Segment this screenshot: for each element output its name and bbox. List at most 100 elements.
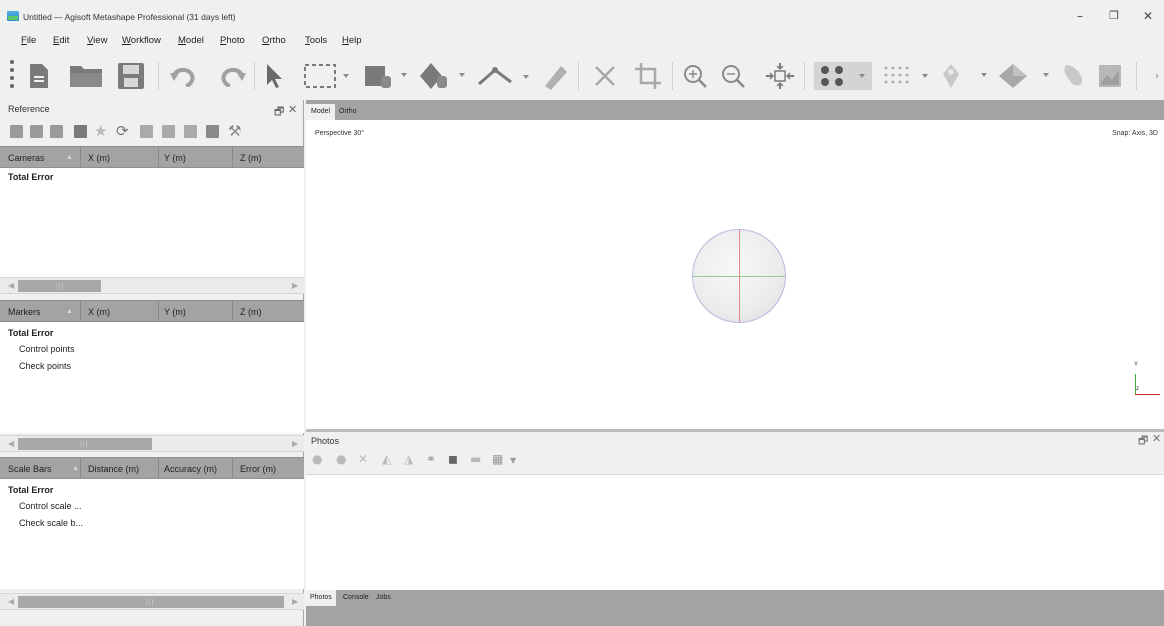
navigation-arrow-icon[interactable] [260, 62, 288, 90]
disable-camera-icon[interactable]: ● [336, 452, 346, 466]
scroll-thumb[interactable]: ||| [18, 596, 284, 608]
list-item[interactable]: Check scale b... [19, 518, 83, 528]
point-cloud-icon[interactable] [882, 62, 934, 90]
scroll-left-icon[interactable]: ◀ [8, 281, 14, 290]
list-item[interactable]: Total Error [8, 328, 53, 338]
remove-camera-icon[interactable]: ✕ [358, 452, 368, 466]
tab-model[interactable]: Model [306, 104, 336, 120]
tie-points-icon[interactable] [936, 62, 992, 90]
scalebars-scrollbar[interactable]: ◀ ||| ▶ [0, 593, 304, 610]
minimize-button[interactable]: – [1068, 7, 1092, 25]
binoculars-icon[interactable]: ⚭ [426, 452, 436, 466]
redo-icon[interactable] [216, 62, 248, 90]
y-column[interactable]: Y (m) [164, 307, 186, 317]
menu-file[interactable]: File [21, 35, 36, 46]
distance-column[interactable]: Distance (m) [88, 464, 139, 474]
markers-column[interactable]: Markers [8, 307, 41, 317]
trackball-sphere[interactable] [692, 229, 786, 323]
cameras-scrollbar[interactable]: ◀ ||| ▶ [0, 277, 304, 294]
model-viewport[interactable]: Perspective 30° Snap: Axis, 3D Y z [306, 120, 1164, 429]
update-icon[interactable]: ⟳ [116, 122, 129, 140]
close-panel-icon[interactable]: ✕ [288, 103, 297, 116]
undo-icon[interactable] [168, 62, 200, 90]
scroll-right-icon[interactable]: ▶ [292, 281, 298, 290]
mask-icon[interactable]: ◼ [448, 452, 458, 466]
calculator-icon[interactable] [74, 125, 87, 138]
menu-view[interactable]: View [87, 35, 107, 46]
zoom-out-icon[interactable] [718, 62, 748, 90]
enable-camera-icon[interactable]: ● [312, 452, 322, 466]
menu-edit[interactable]: Edit [53, 35, 69, 46]
float-panel-icon[interactable]: 🗗 [1138, 432, 1148, 451]
scroll-thumb[interactable]: ||| [18, 438, 152, 450]
photos-list[interactable] [306, 474, 1164, 590]
save-icon[interactable] [116, 62, 146, 90]
export-reference-icon[interactable] [30, 125, 43, 138]
rotate-right-icon[interactable]: ◮ [404, 452, 413, 466]
close-panel-icon[interactable]: ✕ [1152, 432, 1161, 445]
tiled-model-icon[interactable] [1058, 62, 1088, 90]
z-column[interactable]: Z (m) [240, 153, 262, 163]
menu-workflow[interactable]: Workflow [122, 35, 161, 46]
list-item[interactable]: Check points [19, 361, 71, 371]
model-shaded-icon[interactable] [996, 62, 1054, 90]
new-document-icon[interactable] [26, 62, 52, 90]
reset-view-icon[interactable] [764, 62, 796, 90]
markers-list[interactable]: Total Error Control points Check points [0, 322, 304, 433]
view-estimated-icon[interactable] [162, 125, 175, 138]
scroll-right-icon[interactable]: ▶ [292, 439, 298, 448]
maximize-button[interactable]: ❐ [1102, 7, 1126, 25]
toolbar-grip[interactable] [10, 60, 14, 92]
scroll-thumb[interactable]: ||| [18, 280, 101, 292]
y-column[interactable]: Y (m) [164, 153, 186, 163]
list-item[interactable]: Total Error [8, 172, 53, 182]
markers-scrollbar[interactable]: ◀ ||| ▶ [0, 435, 304, 452]
measure-icon[interactable] [540, 62, 570, 90]
menu-model[interactable]: Model [178, 35, 204, 46]
chevron-down-icon[interactable]: ▼ [510, 456, 516, 465]
scalebars-list[interactable]: Total Error Control scale ... Check scal… [0, 479, 304, 589]
view-source-icon[interactable] [140, 125, 153, 138]
menu-tools[interactable]: Tools [305, 35, 327, 46]
ruler-icon[interactable] [476, 62, 534, 90]
tab-jobs[interactable]: Jobs [372, 590, 395, 606]
tab-ortho[interactable]: Ortho [334, 104, 362, 120]
open-folder-icon[interactable] [68, 62, 104, 90]
toolbar-overflow-icon[interactable]: › [1150, 62, 1164, 90]
star-icon[interactable]: ★ [94, 122, 107, 140]
resize-grip-icon[interactable]: ⋰ [1148, 614, 1158, 623]
image-icon[interactable]: ▬ [470, 452, 481, 466]
rotate-left-icon[interactable]: ◭ [382, 452, 391, 466]
zoom-in-icon[interactable] [680, 62, 710, 90]
resize-region-icon[interactable] [362, 62, 412, 90]
crop-selection-icon[interactable] [632, 62, 664, 90]
cameras-column[interactable]: Cameras [8, 153, 45, 163]
convert-reference-icon[interactable] [50, 125, 63, 138]
tab-photos[interactable]: Photos [306, 590, 336, 606]
scroll-left-icon[interactable]: ◀ [8, 597, 14, 606]
delete-selection-icon[interactable] [590, 62, 620, 90]
x-column[interactable]: X (m) [88, 153, 110, 163]
tab-console[interactable]: Console [339, 590, 373, 606]
error-column[interactable]: Error (m) [240, 464, 276, 474]
rectangle-selection-icon[interactable] [302, 62, 352, 90]
thumbnail-view-icon[interactable]: ▦ [492, 452, 503, 466]
list-item[interactable]: Control points [19, 344, 75, 354]
menu-photo[interactable]: Photo [220, 35, 245, 46]
scroll-left-icon[interactable]: ◀ [8, 439, 14, 448]
view-variance-icon[interactable] [206, 125, 219, 138]
close-button[interactable]: ✕ [1136, 7, 1160, 25]
import-reference-icon[interactable] [10, 125, 23, 138]
menu-help[interactable]: Help [342, 35, 362, 46]
z-column[interactable]: Z (m) [240, 307, 262, 317]
menu-ortho[interactable]: Ortho [262, 35, 286, 46]
ortho-icon[interactable] [1096, 62, 1124, 90]
rotate-region-icon[interactable] [418, 62, 470, 90]
accuracy-column[interactable]: Accuracy (m) [164, 464, 217, 474]
x-column[interactable]: X (m) [88, 307, 110, 317]
view-errors-icon[interactable] [184, 125, 197, 138]
show-cameras-icon[interactable] [814, 62, 872, 90]
settings-tools-icon[interactable]: ⚒ [228, 122, 241, 140]
list-item[interactable]: Control scale ... [19, 501, 82, 511]
scroll-right-icon[interactable]: ▶ [292, 597, 298, 606]
